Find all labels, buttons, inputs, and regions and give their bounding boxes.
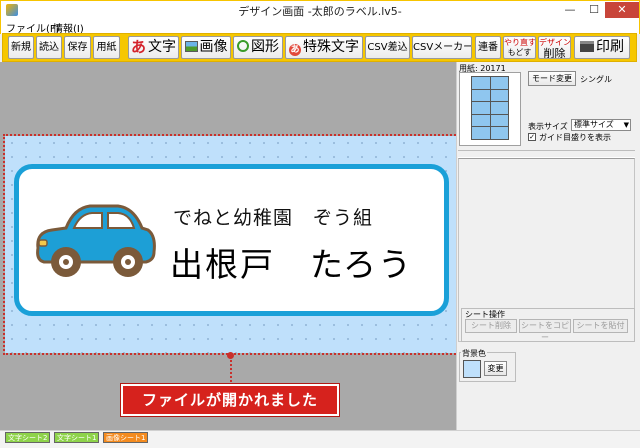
menu-bar: ファイル(F) 情報(I) <box>0 19 640 35</box>
special-char-icon: あ <box>289 44 301 56</box>
image-button-label: 画像 <box>199 39 228 55</box>
callout-anchor-dot <box>227 352 234 359</box>
image-button[interactable]: 画像 <box>181 36 231 59</box>
text-button-label: 文字 <box>148 39 176 55</box>
display-size-value: 標準サイズ <box>574 120 614 129</box>
guide-checkbox-label: ガイド目盛りを表示 <box>539 133 611 142</box>
paper-layout-grid[interactable] <box>471 76 509 140</box>
special-char-label: 特殊文字 <box>303 39 359 55</box>
csv-maker-button[interactable]: CSVメーカー <box>412 36 472 59</box>
shape-button[interactable]: 図形 <box>233 36 283 59</box>
delete-label: 削除 <box>543 47 566 59</box>
text-button[interactable]: あ文字 <box>128 36 179 59</box>
mode-value: シングル <box>580 75 612 84</box>
undo-label: やり直す <box>504 38 536 47</box>
csv-insert-button[interactable]: CSV差込 <box>365 36 410 59</box>
redo-label: もどす <box>507 48 532 57</box>
sheet-paste-button[interactable]: シートを貼付 <box>573 319 628 333</box>
undo-redo-button[interactable]: やり直す もどす <box>503 36 536 59</box>
sheet-delete-button[interactable]: シート削除 <box>465 319 517 333</box>
maximize-button[interactable]: ☐ <box>581 2 607 18</box>
guide-checkbox[interactable]: ✓ <box>528 133 536 141</box>
background-color-title: 背景色 <box>461 348 487 359</box>
display-size-label: 表示サイズ <box>528 122 568 131</box>
background-change-button[interactable]: 変更 <box>484 361 507 376</box>
callout-connector <box>230 356 232 382</box>
image-icon <box>184 41 198 52</box>
kindergarten-text[interactable]: でねと幼稚園 ぞう組 <box>173 203 373 230</box>
shape-button-label: 図形 <box>251 39 279 55</box>
print-button[interactable]: 印刷 <box>574 36 630 59</box>
chevron-down-icon: ▼ <box>623 121 629 129</box>
paper-button[interactable]: 用紙 <box>93 36 120 59</box>
open-button[interactable]: 読込 <box>36 36 62 59</box>
sheet-copy-button[interactable]: シートをコピー <box>519 319 571 342</box>
sheet-tab-text-1[interactable]: 文字シート1 <box>54 432 100 443</box>
special-char-button[interactable]: あ特殊文字 <box>285 36 363 59</box>
new-button[interactable]: 新規 <box>8 36 34 59</box>
car-icon[interactable] <box>30 196 160 282</box>
window-title: デザイン画面 -太郎のラベル.lv5- <box>238 5 402 18</box>
design-delete-button[interactable]: デザイン 削除 <box>538 36 571 59</box>
serial-number-button[interactable]: 連番 <box>475 36 501 59</box>
child-name-text[interactable]: 出根戸 たろう <box>170 238 413 286</box>
background-color-swatch[interactable] <box>463 360 481 378</box>
sheet-tab-text-2[interactable]: 文字シート2 <box>5 432 51 443</box>
circle-icon <box>237 40 249 52</box>
print-button-label: 印刷 <box>596 39 624 55</box>
title-bar: デザイン画面 -太郎のラベル.lv5- — ☐ ✕ <box>0 0 640 19</box>
text-a-icon: あ <box>130 38 146 56</box>
mode-change-button[interactable]: モード変更 <box>528 71 576 86</box>
panel-separator <box>458 150 635 158</box>
close-button[interactable]: ✕ <box>605 2 639 18</box>
save-button[interactable]: 保存 <box>64 36 91 59</box>
sheet-tab-image-1[interactable]: 画像シート1 <box>103 432 149 443</box>
display-size-select[interactable]: 標準サイズ ▼ <box>571 119 631 131</box>
printer-icon <box>580 41 594 52</box>
minimize-button[interactable]: — <box>557 2 583 18</box>
file-opened-callout: ファイルが開かれました <box>120 383 340 417</box>
